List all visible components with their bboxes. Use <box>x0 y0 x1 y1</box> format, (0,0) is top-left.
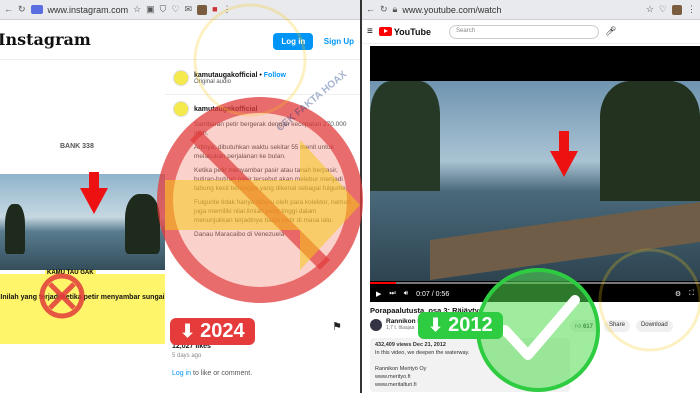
address-bar[interactable]: www.youtube.com/watch <box>402 5 501 15</box>
description-url[interactable]: www.meritalturi.fi <box>375 382 417 388</box>
login-link[interactable]: Log in <box>172 370 191 377</box>
screenshot-icon[interactable]: ▣ <box>146 5 155 14</box>
caption-username[interactable]: kamutaugakofficial <box>194 106 257 113</box>
tree-graphic <box>5 204 25 254</box>
address-bar[interactable]: www.instagram.com <box>48 5 129 15</box>
subscriber-count: 1,7 t. tilaajaa <box>386 325 415 331</box>
heart-icon[interactable]: ♡ <box>171 5 179 14</box>
settings-icon[interactable]: ⚙ <box>675 290 681 298</box>
video-time: 0:07 / 0:56 <box>416 290 450 298</box>
bookmark-icon[interactable]: ☆ <box>646 5 654 14</box>
mail-icon[interactable]: ✉ <box>185 5 193 14</box>
description-text: In this video, we deepen the waterway. <box>375 350 470 356</box>
login-button[interactable]: Log in <box>273 32 314 50</box>
tree-graphic <box>370 81 440 191</box>
volume-icon[interactable]: 🔊︎ <box>404 290 408 298</box>
post-caption: Sambaran petir bergerak dengan kecepatan… <box>173 120 352 239</box>
red-arrow-icon <box>550 151 578 177</box>
youtube-logo-text: YouTube <box>393 26 432 37</box>
lock-icon[interactable]: 🔒︎ <box>393 5 398 14</box>
audio-label[interactable]: Original audio <box>194 79 286 85</box>
profile-avatar-icon[interactable] <box>672 4 682 15</box>
image-caption: Inilah yang terjadi ketika petir menyamb… <box>0 274 165 344</box>
youtube-play-icon <box>378 27 392 36</box>
correct-year: 2012 <box>448 314 493 336</box>
caption-avatar[interactable] <box>173 101 189 117</box>
refresh-icon[interactable]: ↻ <box>380 5 388 14</box>
tree-graphic <box>125 194 160 254</box>
login-comment-text: to like or comment. <box>193 370 253 377</box>
extension-icon[interactable]: ■ <box>212 5 217 14</box>
video-player[interactable] <box>370 46 700 302</box>
mic-icon[interactable]: 🎤︎ <box>605 26 616 37</box>
search-input[interactable]: Search <box>449 24 600 39</box>
fullscreen-icon[interactable]: ⛶ <box>689 290 694 298</box>
image-watermark: BANK 338 <box>60 143 94 150</box>
login-to-comment: Log in to like or comment. <box>172 370 252 377</box>
next-icon[interactable]: ⏭ <box>389 290 395 298</box>
red-arrow-icon <box>80 188 108 214</box>
follow-button[interactable]: Follow <box>264 72 286 79</box>
wooden-dock <box>430 202 700 280</box>
profile-avatar-icon[interactable] <box>197 4 208 15</box>
heart-icon[interactable]: ♡ <box>659 5 667 14</box>
video-controls: ▶ ⏭ 🔊︎ 0:07 / 0:56 ⚙ ⛶ <box>370 286 700 302</box>
video-description[interactable]: 432,409 views Dec 21, 2012 In this video… <box>370 338 570 392</box>
description-url[interactable]: www.merityo.fi <box>375 374 410 380</box>
menu-icon[interactable]: ⋮ <box>687 5 696 14</box>
hamburger-icon[interactable]: ≡ <box>367 26 373 37</box>
download-arrow-icon: ⬇ <box>180 321 196 341</box>
caption-line: Sambaran petir bergerak dengan kecepatan… <box>194 121 347 137</box>
comparison-screenshot: ← ↻ www.instagram.com ☆ ▣ ⛉ ♡ ✉ ■ ⋮ Inst… <box>0 0 700 393</box>
back-icon[interactable]: ← <box>366 5 375 14</box>
download-arrow-icon: ⬇ <box>428 315 444 335</box>
save-icon[interactable]: ⚑ <box>332 320 342 333</box>
caption-author: kamutaugakofficial <box>173 101 352 117</box>
tree-graphic <box>600 81 700 201</box>
caption-line: Artinya, dibutuhkan waktu sekitar 55 men… <box>194 144 334 160</box>
tab-switch-icon[interactable] <box>30 5 43 14</box>
wrong-year: 2024 <box>200 320 245 342</box>
bookmark-icon[interactable]: ☆ <box>133 5 141 14</box>
description-company: Rannikon Merityö Oy <box>375 366 427 372</box>
post-age: 5 days ago <box>172 353 202 359</box>
channel-avatar[interactable] <box>370 318 382 331</box>
play-icon[interactable]: ▶ <box>376 290 381 298</box>
instagram-header: Instagram Log in Sign Up <box>0 20 360 60</box>
download-button[interactable]: Download <box>635 320 673 332</box>
caption-line: Danau Maracaibo di Venezuela <box>194 231 285 238</box>
share-button[interactable]: Share <box>603 320 630 332</box>
browser-toolbar: ← ↻ 🔒︎ www.youtube.com/watch ☆ ♡ ⋮ <box>362 0 700 20</box>
instagram-logo[interactable]: Instagram <box>0 30 91 49</box>
shield-icon[interactable]: ⛉ <box>160 5 167 14</box>
video-frame <box>370 81 700 281</box>
youtube-header: ≡ YouTube Search 🎤︎ <box>362 20 700 44</box>
red-arrow-stem <box>89 172 99 190</box>
view-stats: 432,409 views Dec 21, 2012 <box>375 342 446 348</box>
wrong-year-badge: ⬇ 2024 <box>170 318 255 345</box>
signup-link[interactable]: Sign Up <box>324 37 354 46</box>
refresh-icon[interactable]: ↻ <box>18 5 26 14</box>
correct-year-badge: ⬇ 2012 <box>418 312 503 339</box>
video-actions: 👍︎ 617 Share Download <box>570 320 673 332</box>
post-media[interactable]: KAMU TAU GAK Inilah yang terjadi ketika … <box>0 172 165 393</box>
browser-toolbar: ← ↻ www.instagram.com ☆ ▣ ⛉ ♡ ✉ ■ ⋮ <box>0 0 360 20</box>
back-icon[interactable]: ← <box>4 5 13 14</box>
caption-line: Ketika petir menyambar pasir atau tanah … <box>194 167 348 192</box>
menu-icon[interactable]: ⋮ <box>223 5 232 14</box>
youtube-logo[interactable]: YouTube <box>378 26 432 37</box>
author-avatar[interactable] <box>173 70 189 86</box>
red-arrow-stem <box>559 131 569 153</box>
like-button[interactable]: 👍︎ 617 <box>570 320 598 332</box>
caption-line: Fulgurite tidak hanya diburu oleh para k… <box>194 199 351 224</box>
like-count: 617 <box>582 324 593 330</box>
author-username[interactable]: kamutaugakofficial <box>194 72 257 79</box>
video-progress-bar[interactable] <box>370 282 700 284</box>
lightning-river-photo <box>0 172 165 270</box>
